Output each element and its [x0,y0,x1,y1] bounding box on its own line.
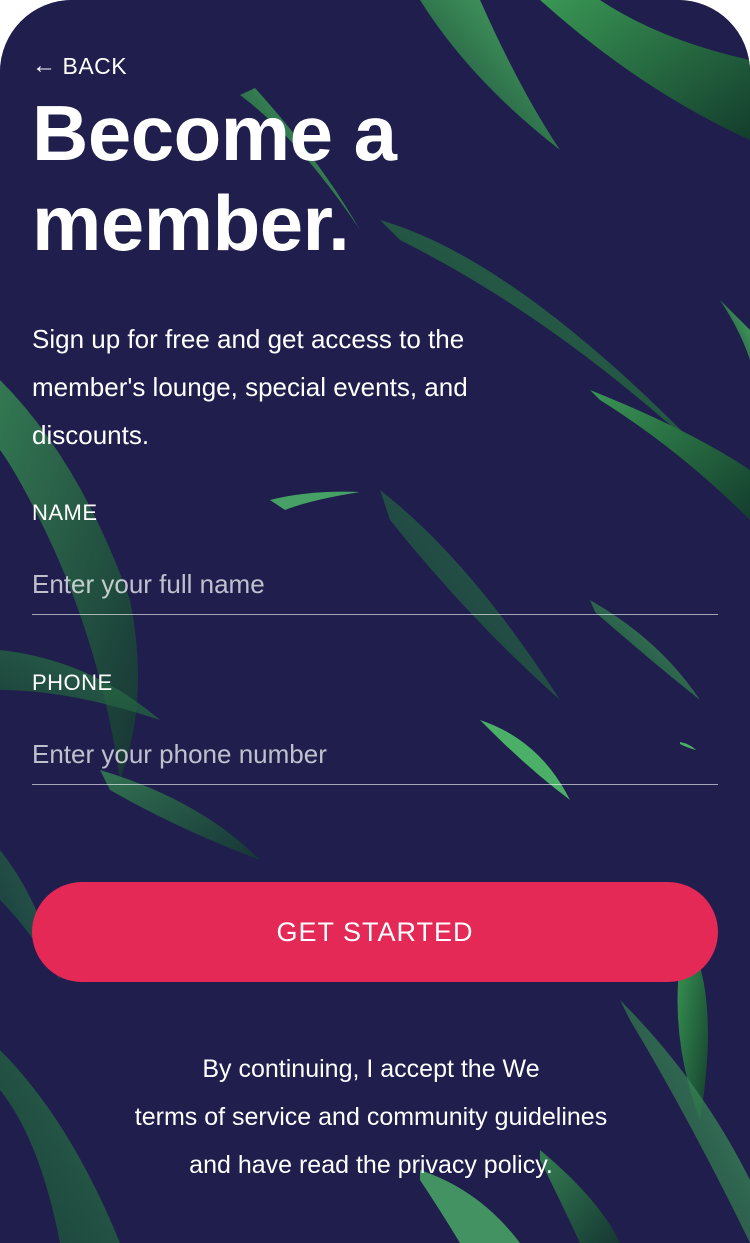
signup-screen: ← BACK Become a member. Sign up for free… [0,0,750,1243]
legal-notice: By continuing, I accept the We terms of … [0,1045,742,1189]
back-button[interactable]: ← BACK [32,52,127,80]
privacy-policy-link[interactable]: privacy policy [398,1151,546,1179]
title-line-1: Become a [32,89,397,177]
legal-line-3-suffix: . [545,1151,553,1179]
page-title: Become a member. [32,88,397,268]
terms-link[interactable]: terms of service and community guideline… [135,1103,607,1131]
legal-line-3: and have read the privacy policy. [0,1141,742,1189]
signup-content: ← BACK Become a member. Sign up for free… [0,0,750,1243]
legal-line-1: By continuing, I accept the We [202,1055,540,1083]
arrow-left-icon: ← [32,52,57,79]
name-label: NAME [32,500,98,525]
get-started-button[interactable]: GET STARTED [32,882,718,982]
phone-input[interactable] [32,725,718,785]
legal-line-3-prefix: and have read the [189,1151,398,1179]
name-input[interactable] [32,555,718,615]
phone-label: PHONE [32,670,113,695]
page-subtitle: Sign up for free and get access to the m… [32,324,468,450]
back-label: BACK [62,52,128,79]
title-line-2: member. [32,179,350,267]
